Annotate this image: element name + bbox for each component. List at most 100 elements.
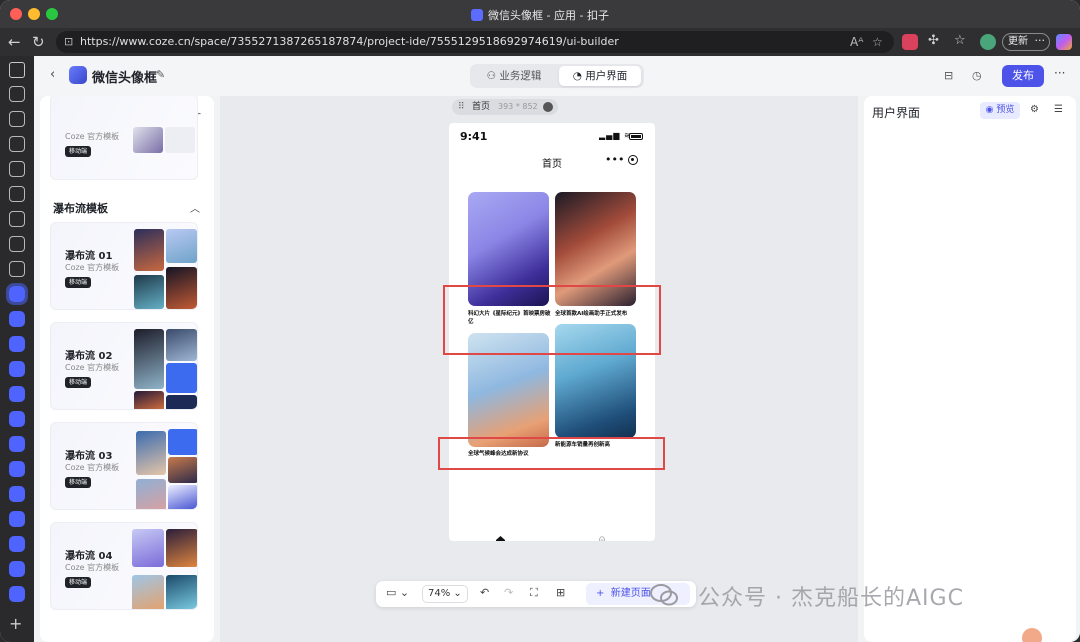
template-thumbnail [168,485,197,509]
signal-wifi-icon: ▂▄▆ ≋ [599,131,632,140]
edit-title-icon[interactable]: ✎ [156,68,165,81]
profile-icon[interactable]: ⍝ [599,534,605,541]
extensions-puzzle-icon[interactable]: ✣ [928,33,939,48]
template-thumbnail [136,431,166,475]
template-thumbnail [132,575,164,609]
template-thumbnail [166,395,197,409]
more-options-icon[interactable]: ··· [1054,66,1065,80]
tab-doc-icon[interactable] [9,161,25,177]
template-card-01[interactable]: 瀑布流 01 Coze 官方模板 移动端 [50,222,198,310]
resource-box-icon[interactable]: ⊟ [944,69,953,82]
panel-title: 用户界面 [872,106,921,120]
template-thumbnail [168,457,197,483]
sidebar-toggle-icon[interactable] [9,62,25,78]
tab-doc-icon[interactable] [9,111,25,127]
profile-avatar[interactable] [980,34,996,50]
grid-icon[interactable]: ⊞ [556,586,565,599]
status-time: 9:41 [460,130,488,143]
template-card-partial[interactable]: Coze 官方模板 移动端 [50,96,198,180]
outline-list-icon[interactable]: ☰ [1054,104,1063,115]
canvas-toolbar: ▭ ⌄ 74% ⌄ ↶ ↷ ⛶ ⊞ + 新建页面 [376,581,696,607]
highlight-box [443,285,661,355]
template-thumbnail [132,529,164,567]
drag-handle-icon[interactable]: ⠿ [458,99,465,115]
right-panel: 用户界面 ◉ 预览 ⚙ ☰ [864,96,1076,642]
tab-doc-icon[interactable] [9,186,25,202]
template-thumbnail [134,391,164,409]
template-thumbnail [134,229,164,271]
menu-dots-icon[interactable]: ••• [605,153,624,166]
logic-flow-icon: ⚇ [486,70,500,82]
reload-icon[interactable]: ↻ [32,33,45,51]
tab-doc-icon[interactable] [9,136,25,152]
tab-coze-icon[interactable] [9,361,25,377]
browser-window: 微信头像框 - 应用 - 扣子 ← ↻ ⊡ https://www.coze.c… [0,0,1080,642]
tab-coze-icon[interactable] [9,386,25,402]
template-thumbnail [136,479,166,509]
palette-icon: ◔ [572,70,586,82]
tab-coze-icon[interactable] [9,586,25,602]
chevron-up-icon[interactable]: ︿ [190,200,200,215]
template-thumbnail [165,127,195,153]
tab-coze-icon[interactable] [9,561,25,577]
favorite-star-icon[interactable]: ☆ [872,35,883,49]
back-chevron-icon[interactable]: ‹ [50,67,55,82]
tab-coze-icon[interactable] [9,511,25,527]
browser-sidebar: + [0,56,34,642]
watermark-text: 公众号 · 杰克船长的AIGC [698,586,964,611]
highlight-box [438,437,665,470]
template-card-02[interactable]: 瀑布流 02 Coze 官方模板 移动端 [50,322,198,410]
publish-button[interactable]: 发布 [1002,65,1044,87]
copilot-icon[interactable] [1056,34,1072,50]
template-thumbnail [168,429,197,455]
template-thumbnail [166,329,197,361]
tab-coze-icon[interactable] [9,486,25,502]
tab-coze-active-icon[interactable] [6,283,28,305]
update-button[interactable]: 更新 ··· [1002,33,1050,51]
app-logo-icon [69,66,87,84]
design-canvas[interactable]: ⠿ 首页 393 * 852 9:41 ▂▄▆ ≋ 首页 ••• 科幻大片《星际… [220,96,858,642]
favorites-icon[interactable]: ☆ [954,33,966,48]
device-frame-icon[interactable]: ▭ ⌄ [386,586,409,599]
template-thumbnail [166,267,197,309]
home-icon[interactable] [496,536,505,541]
app-title: 微信头像框 [92,71,158,86]
coze-app: ‹ 微信头像框 ✎ ⚇ 业务逻辑 ◔ 用户界面 ⊟ ◷ 发布 ··· 组件 模板… [36,56,1080,642]
floating-avatar[interactable] [1022,628,1042,642]
tab-coze-icon[interactable] [9,336,25,352]
tab-doc-icon[interactable] [9,236,25,252]
new-tab-plus-icon[interactable]: + [9,614,22,633]
tab-coze-icon[interactable] [9,461,25,477]
template-card-03[interactable]: 瀑布流 03 Coze 官方模板 移动端 [50,422,198,510]
undo-icon[interactable]: ↶ [480,586,489,599]
play-icon[interactable] [543,102,553,112]
redo-icon[interactable]: ↷ [504,586,513,599]
site-info-icon[interactable]: ⊡ [64,35,73,48]
tab-doc-icon[interactable] [9,86,25,102]
url-field[interactable]: ⊡ https://www.coze.cn/space/735527138726… [56,31,894,53]
read-aloud-icon[interactable]: Aᴬ [850,35,863,49]
extension-red-icon[interactable] [902,34,918,50]
tab-doc-icon[interactable] [9,261,25,277]
app-header: ‹ 微信头像框 ✎ ⚇ 业务逻辑 ◔ 用户界面 ⊟ ◷ 发布 ··· [36,56,1080,96]
tab-doc-icon[interactable] [9,211,25,227]
tab-user-interface[interactable]: ◔ 用户界面 [559,66,641,86]
zoom-select[interactable]: 74% ⌄ [422,585,468,603]
preview-button[interactable]: ◉ 预览 [980,102,1020,119]
battery-icon [629,133,643,140]
tab-coze-icon[interactable] [9,311,25,327]
history-icon[interactable]: ◷ [972,69,982,82]
tab-business-logic[interactable]: ⚇ 业务逻辑 [473,66,555,86]
fit-screen-icon[interactable]: ⛶ [530,586,538,600]
template-card-04[interactable]: 瀑布流 04 Coze 官方模板 移动端 [50,522,198,610]
tab-coze-icon[interactable] [9,536,25,552]
tab-coze-icon[interactable] [9,436,25,452]
template-thumbnail [134,275,164,309]
left-panel: 组件 模板 结构 数据 ⇤ Coze 官方模板 移动端 瀑布流模板 ︿ 瀑布流 … [40,96,214,642]
back-arrow-icon[interactable]: ← [8,33,21,51]
frame-label[interactable]: ⠿ 首页 393 * 852 [452,99,558,115]
tab-coze-icon[interactable] [9,411,25,427]
capsule-target-icon[interactable] [628,155,638,165]
coze-favicon-icon [471,9,484,21]
settings-gear-icon[interactable]: ⚙ [1030,104,1039,115]
